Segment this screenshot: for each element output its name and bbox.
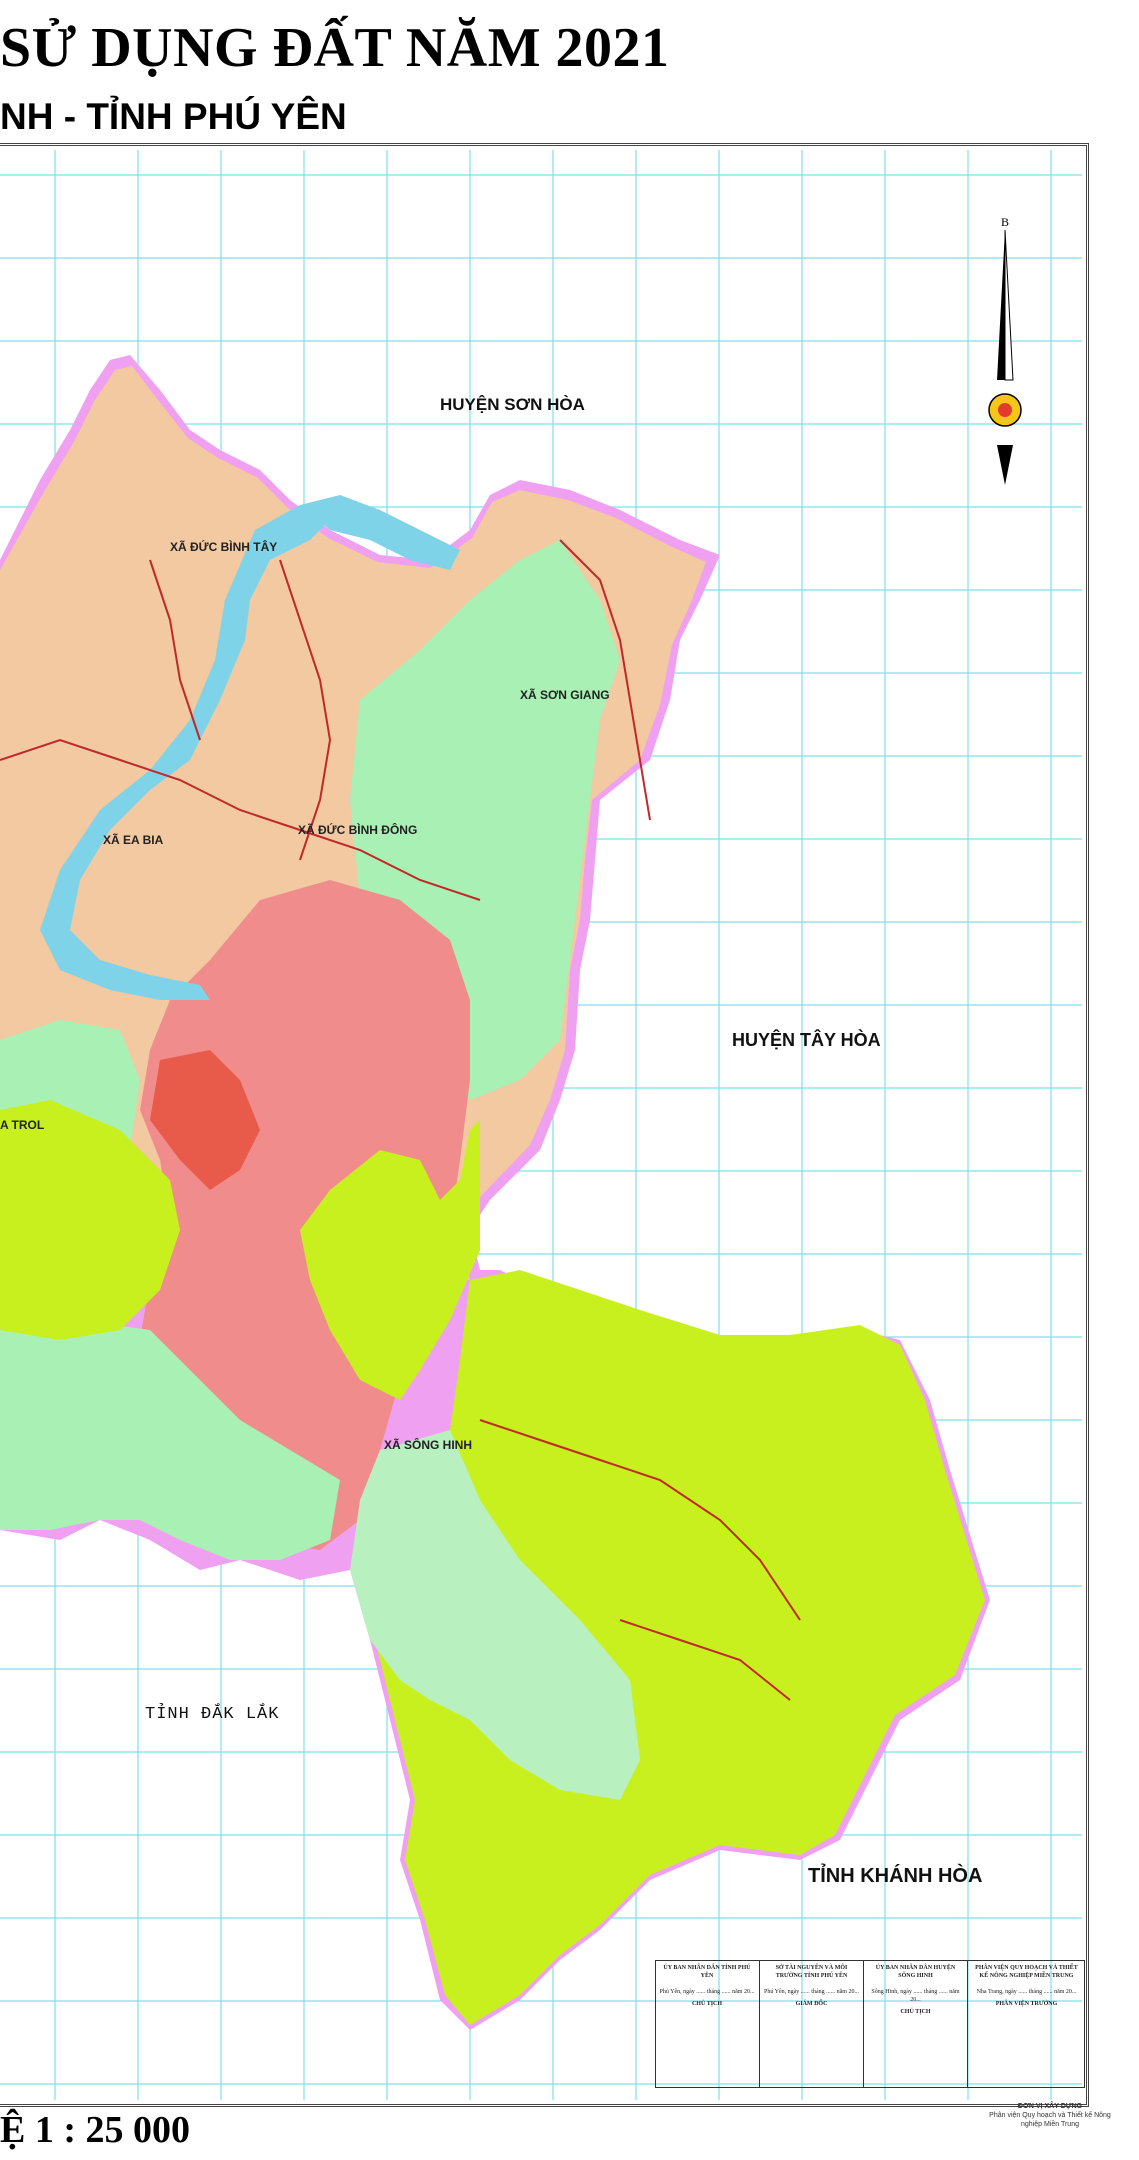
signature-org: PHÂN VIỆN QUY HOẠCH VÀ THIẾT KẾ NÔNG NGH… (975, 1965, 1078, 1979)
designer-title: ĐƠN VỊ XÂY DỰNG (1017, 2103, 1083, 2110)
signature-role: CHỦ TỊCH (900, 2009, 931, 2015)
signature-cell: SỞ TÀI NGUYÊN VÀ MÔI TRƯỜNG TỈNH PHÚ YÊN… (759, 1960, 863, 2088)
signature-cell: ỦY BAN NHÂN DÂN HUYỆN SÔNG HINH Sông Hin… (863, 1960, 967, 2088)
label-xa-son-giang: XÃ SƠN GIANG (520, 688, 610, 702)
designer-org: Phân viện Quy hoạch và Thiết kế Nông ngh… (989, 2112, 1111, 2128)
signature-date: Phú Yên, ngày ...... tháng ...... năm 20… (659, 1989, 755, 1995)
north-letter: B (1001, 215, 1010, 229)
signature-org: ỦY BAN NHÂN DÂN HUYỆN SÔNG HINH (875, 1965, 956, 1979)
label-huyen-son-hoa: HUYỆN SƠN HÒA (440, 395, 585, 414)
label-xa-duc-binh-dong: XÃ ĐỨC BÌNH ĐÔNG (298, 823, 418, 837)
label-huyen-tay-hoa: HUYỆN TÂY HÒA (732, 1030, 881, 1050)
north-arrow-icon (988, 230, 1022, 485)
label-xa-ea-bia: XÃ EA BIA (103, 833, 164, 847)
signature-date: Sông Hinh, ngày ...... tháng ...... năm … (871, 1989, 960, 2003)
signature-cell: ỦY BAN NHÂN DÂN TỈNH PHÚ YÊN Phú Yên, ng… (655, 1960, 759, 2088)
signature-org: SỞ TÀI NGUYÊN VÀ MÔI TRƯỜNG TỈNH PHÚ YÊN (775, 1965, 848, 1979)
signature-role: PHÂN VIỆN TRƯỞNG (995, 2001, 1058, 2007)
signature-role: GIÁM ĐỐC (795, 2001, 828, 2007)
land-use-map (0, 150, 1082, 2100)
signature-date: Phú Yên, ngày ...... tháng ...... năm 20… (764, 1989, 859, 1995)
label-tinh-khanh-hoa: TỈNH KHÁNH HÒA (808, 1865, 983, 1887)
map-scale: Ệ 1 : 25 000 (0, 2109, 190, 2151)
signature-org: ỦY BAN NHÂN DÂN TỈNH PHÚ YÊN (663, 1965, 751, 1979)
label-xa-song-hinh: XÃ SÔNG HINH (384, 1438, 473, 1452)
signature-role: CHỦ TỊCH (691, 2001, 723, 2007)
label-xa-duc-binh-tay: XÃ ĐỨC BÌNH TÂY (170, 540, 278, 554)
signature-cell: PHÂN VIỆN QUY HOẠCH VÀ THIẾT KẾ NÔNG NGH… (967, 1960, 1085, 2088)
label-xa-ea-trol: A TROL (0, 1118, 45, 1132)
signature-date: Nha Trang, ngày ...... tháng ...... năm … (976, 1989, 1077, 1995)
designer-credit: ĐƠN VỊ XÂY DỰNG Phân viện Quy hoạch và T… (980, 2102, 1120, 2129)
label-tinh-dak-lak: TỈNH ĐẮK LẮK (145, 1705, 280, 1724)
